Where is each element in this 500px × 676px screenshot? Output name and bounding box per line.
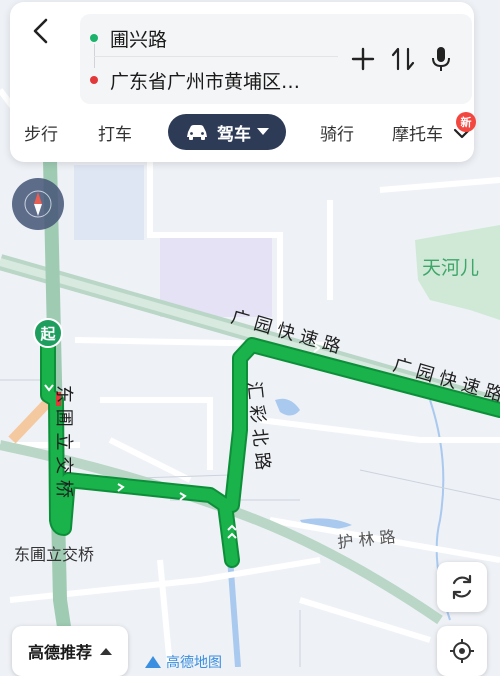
- travel-mode-tabs: 步行 打车 驾车 骑行 摩托车: [10, 112, 474, 156]
- label-tianhe: 天河儿: [422, 257, 479, 279]
- tab-drive-label: 驾车: [217, 124, 251, 145]
- route-planner-card: 圃兴路 广东省广州市黄埔区… 步行 打车 驾车 骑行 摩托车: [10, 2, 474, 162]
- tab-walk[interactable]: 步行: [24, 120, 58, 145]
- field-divider: [94, 56, 338, 57]
- compass-icon[interactable]: [12, 178, 64, 230]
- back-button[interactable]: [24, 14, 58, 48]
- tab-taxi[interactable]: 打车: [98, 120, 132, 145]
- start-dot-icon: [90, 34, 98, 42]
- watermark-text: 高德地图: [166, 655, 222, 671]
- label-dongpu-bridge: 东圃立交桥: [14, 545, 94, 564]
- tab-drive[interactable]: 驾车: [168, 114, 286, 150]
- start-pin[interactable]: 起: [33, 318, 63, 348]
- route-preference-button[interactable]: 高德推荐: [12, 626, 128, 676]
- caret-down-icon: [257, 128, 269, 136]
- locate-icon: [450, 639, 474, 663]
- label-dongpu-bridge-vertical: 东 圃 立 交 桥: [53, 385, 74, 498]
- route-preference-label: 高德推荐: [27, 643, 92, 662]
- map-block: [74, 165, 144, 240]
- refresh-icon: [452, 574, 472, 600]
- voice-input-button[interactable]: [426, 44, 456, 74]
- car-icon: [185, 123, 209, 141]
- swap-points-button[interactable]: [388, 44, 418, 74]
- plus-icon: [351, 47, 375, 71]
- add-waypoint-button[interactable]: [348, 44, 378, 74]
- start-point-text: 圃兴路: [110, 28, 168, 51]
- microphone-icon: [432, 47, 450, 71]
- route-inputs: 圃兴路 广东省广州市黄埔区…: [80, 14, 472, 104]
- chevron-left-icon: [33, 18, 48, 44]
- end-point-field[interactable]: 广东省广州市黄埔区…: [80, 60, 300, 100]
- tab-moto[interactable]: 摩托车: [392, 120, 452, 145]
- end-point-text: 广东省广州市黄埔区…: [110, 70, 301, 93]
- swap-vertical-icon: [391, 47, 415, 71]
- refresh-button[interactable]: [437, 562, 487, 612]
- tab-ride[interactable]: 骑行: [320, 120, 354, 145]
- locate-button[interactable]: [437, 626, 487, 676]
- new-badge: 新: [456, 112, 476, 132]
- caret-up-icon: [100, 647, 112, 655]
- amap-watermark: 高德地图: [144, 652, 222, 672]
- end-dot-icon: [90, 76, 98, 84]
